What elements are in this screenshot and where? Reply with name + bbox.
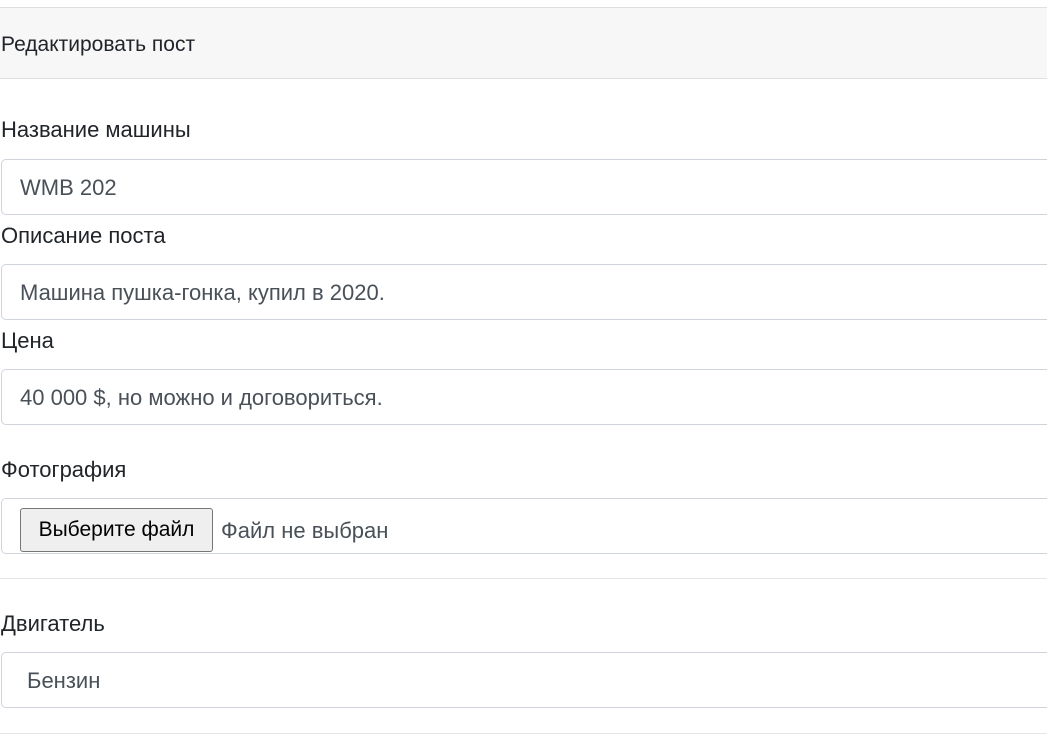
choose-file-button[interactable]: Выберите файл [20,508,213,552]
photo-label: Фотография [1,457,127,482]
description-value: Машина пушка-гонка, купил в 2020. [20,280,385,305]
description-input[interactable]: Машина пушка-гонка, купил в 2020. [1,264,1047,320]
engine-select[interactable]: Бензин [1,652,1047,708]
price-label: Цена [1,328,54,353]
engine-selected-value: Бензин [27,668,101,693]
file-status-text: Файл не выбран [221,518,389,543]
card-header: Редактировать пост [0,7,1047,79]
section-divider [0,578,1047,579]
edit-post-page: Редактировать пост Название машины WMB 2… [0,0,1047,754]
car-name-label: Название машины [1,117,191,142]
photo-file-input[interactable]: Выберите файл Файл не выбран [1,498,1047,554]
section-divider-bottom [0,733,1047,734]
price-value: 40 000 $, но можно и договориться. [20,385,383,410]
engine-label: Двигатель [1,611,105,636]
price-input[interactable]: 40 000 $, но можно и договориться. [1,369,1047,425]
page-title: Редактировать пост [1,33,196,56]
description-label: Описание поста [1,223,166,248]
car-name-value: WMB 202 [20,175,117,200]
car-name-input[interactable]: WMB 202 [1,159,1047,215]
